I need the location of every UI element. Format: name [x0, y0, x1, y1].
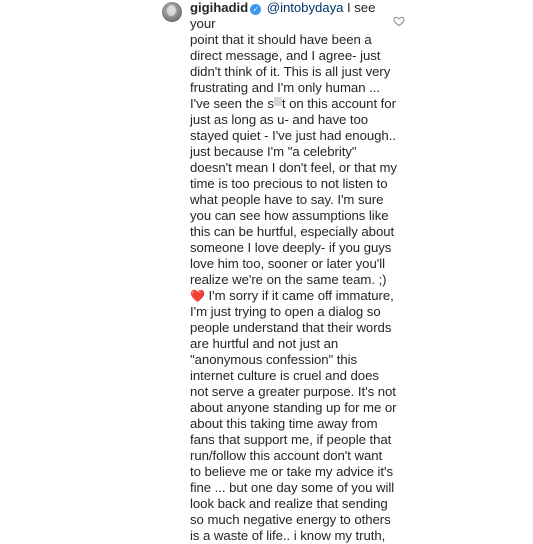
- comment-body-part-2: t on this account for just as long as u-…: [190, 96, 397, 287]
- heart-outline-icon[interactable]: [393, 14, 405, 27]
- comment: gigihadid ✓ @intobydaya I see your point …: [162, 0, 533, 543]
- red-heart-emoji-icon: ❤️: [190, 289, 205, 303]
- mention-link[interactable]: @intobydaya: [267, 0, 344, 15]
- username[interactable]: gigihadid: [190, 0, 248, 15]
- comment-body-part-3: I'm sorry if it came off immature, I'm j…: [190, 288, 397, 543]
- comment-body-part-1: I see your point that it should have bee…: [190, 0, 391, 111]
- comment-text: gigihadid ✓ @intobydaya I see your point …: [190, 0, 400, 544]
- verified-badge-icon: ✓: [250, 4, 262, 15]
- censored-word: hi: [273, 97, 282, 106]
- avatar[interactable]: [162, 2, 182, 22]
